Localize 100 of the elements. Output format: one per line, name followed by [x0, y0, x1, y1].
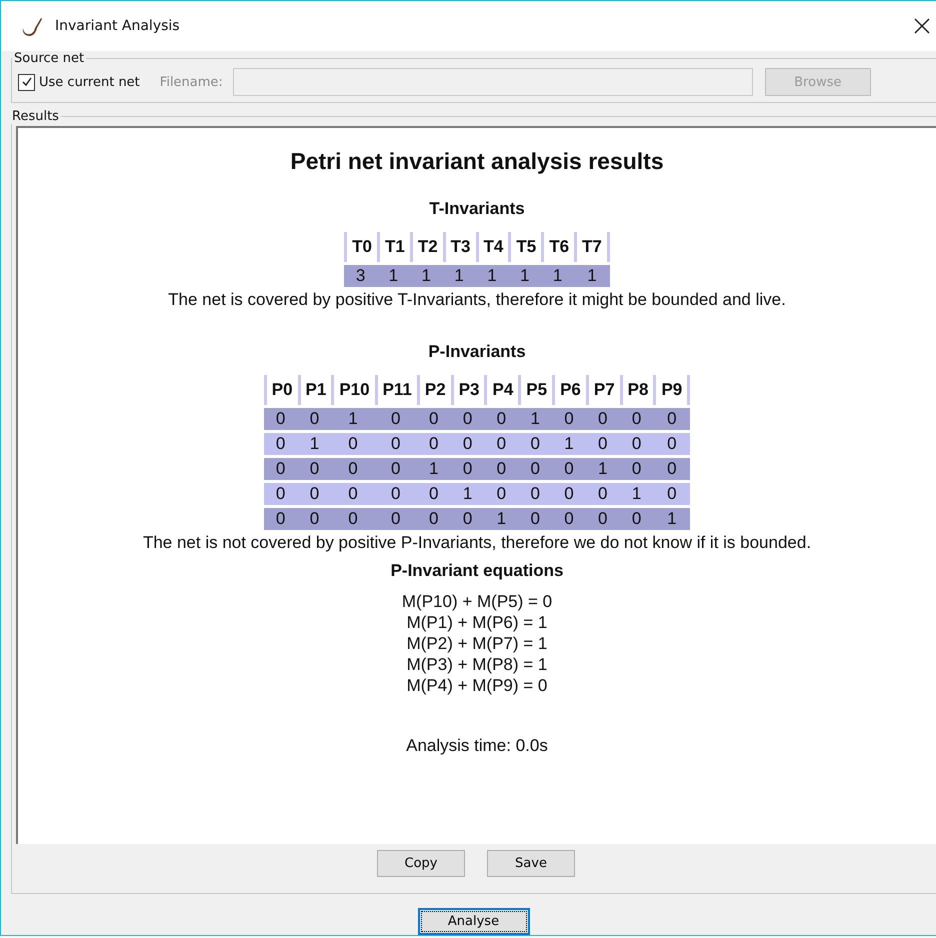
table-cell: 0: [484, 458, 518, 480]
table-cell: 1: [541, 265, 574, 287]
table-cell: 0: [264, 483, 298, 505]
checkmark-icon: [20, 76, 32, 88]
action-button[interactable]: Copy: [377, 850, 465, 877]
column-header: T6: [541, 232, 574, 262]
equation: M(P1) + M(P6) = 1: [406, 612, 548, 633]
filename-label: Filename:: [160, 74, 223, 90]
table-cell: 0: [518, 508, 552, 530]
equation: M(P10) + M(P5) = 0: [402, 591, 552, 612]
table-cell: 0: [586, 408, 620, 430]
column-header: T1: [376, 232, 410, 262]
section-title: P-Invariant equations: [390, 561, 564, 581]
table-cell: 0: [620, 458, 654, 480]
column-header: P0: [264, 375, 298, 405]
table-cell: 0: [586, 433, 620, 455]
table-cell: 0: [298, 458, 332, 480]
table-cell: 0: [264, 508, 298, 530]
result-message: The net is covered by positive T-Invariants, therefore it might be bounded and live.: [168, 290, 786, 310]
group-legend: Source net: [12, 51, 86, 66]
table-cell: 0: [450, 433, 484, 455]
table-cell: 0: [331, 458, 375, 480]
table-cell: 0: [450, 458, 484, 480]
table-cell: 0: [374, 408, 417, 430]
table-cell: 0: [374, 483, 417, 505]
table-cell: 0: [264, 458, 298, 480]
table-cell: 0: [620, 433, 654, 455]
table-cell: 0: [586, 483, 620, 505]
column-header: P3: [450, 375, 484, 405]
table-cell: 0: [653, 408, 690, 430]
table-cell: 0: [298, 408, 332, 430]
table-cell: 1: [410, 265, 443, 287]
table-cell: 0: [450, 408, 484, 430]
table-cell: 0: [653, 433, 690, 455]
table-cell: 0: [416, 483, 451, 505]
table-cell: 0: [552, 483, 586, 505]
table-cell: 0: [484, 433, 518, 455]
table-cell: 1: [298, 433, 332, 455]
table-cell: 0: [484, 483, 518, 505]
table-cell: 0: [484, 408, 518, 430]
analyse-button[interactable]: Analyse: [418, 908, 530, 935]
column-header: T4: [476, 232, 508, 262]
table-cell: 0: [264, 433, 298, 455]
column-header: P2: [416, 375, 451, 405]
column-header: T5: [508, 232, 542, 262]
column-header: T2: [410, 232, 443, 262]
table-cell: 0: [416, 508, 451, 530]
equation: M(P2) + M(P7) = 1: [406, 633, 548, 654]
results-heading: Petri net invariant analysis results: [290, 148, 664, 175]
table-cell: 0: [552, 508, 586, 530]
table-cell: 1: [574, 265, 610, 287]
table-cell: 0: [331, 483, 375, 505]
table-cell: 3: [344, 265, 377, 287]
table-cell: 1: [484, 508, 518, 530]
table-cell: 0: [620, 508, 654, 530]
table-cell: 0: [264, 408, 298, 430]
table-cell: 0: [620, 408, 654, 430]
table-cell: 1: [416, 458, 451, 480]
table-cell: 0: [298, 483, 332, 505]
table-cell: 0: [518, 458, 552, 480]
action-button[interactable]: Save: [487, 850, 575, 877]
column-header: P4: [484, 375, 518, 405]
column-header: P10: [331, 375, 375, 405]
column-header: T0: [344, 232, 377, 262]
column-header: T3: [442, 232, 476, 262]
pipe-icon: [21, 15, 43, 37]
use-current-net-checkbox[interactable]: Use current net: [18, 74, 140, 90]
section-title: T-Invariants: [429, 199, 525, 219]
table-cell: 0: [518, 433, 552, 455]
table-cell: 0: [586, 508, 620, 530]
table-cell: 0: [374, 458, 417, 480]
close-icon[interactable]: [914, 18, 930, 34]
table-cell: 1: [620, 483, 654, 505]
column-header: T7: [574, 232, 610, 262]
table-cell: 0: [552, 408, 586, 430]
table-cell: 0: [374, 508, 417, 530]
table-cell: 1: [376, 265, 410, 287]
table-cell: 0: [374, 433, 417, 455]
table-cell: 0: [518, 483, 552, 505]
analysis-time: Analysis time: 0.0s: [406, 736, 548, 756]
column-header: P8: [620, 375, 654, 405]
table-cell: 1: [331, 408, 375, 430]
table-cell: 1: [450, 483, 484, 505]
group-legend: Results: [10, 109, 61, 124]
table-cell: 1: [552, 433, 586, 455]
table-cell: 0: [653, 458, 690, 480]
column-header: P5: [518, 375, 552, 405]
table-cell: 1: [508, 265, 542, 287]
section-title: P-Invariants: [428, 342, 526, 362]
table-cell: 1: [442, 265, 476, 287]
result-message: The net is not covered by positive P-Invariants, therefore we do not know if it is bounded.: [142, 533, 812, 553]
column-header: P9: [653, 375, 690, 405]
table-cell: 0: [298, 508, 332, 530]
column-header: P6: [552, 375, 586, 405]
table-cell: 0: [552, 458, 586, 480]
table-cell: 1: [586, 458, 620, 480]
table-cell: 0: [416, 408, 451, 430]
table-cell: 0: [416, 433, 451, 455]
column-header: P11: [374, 375, 417, 405]
table-cell: 0: [331, 433, 375, 455]
